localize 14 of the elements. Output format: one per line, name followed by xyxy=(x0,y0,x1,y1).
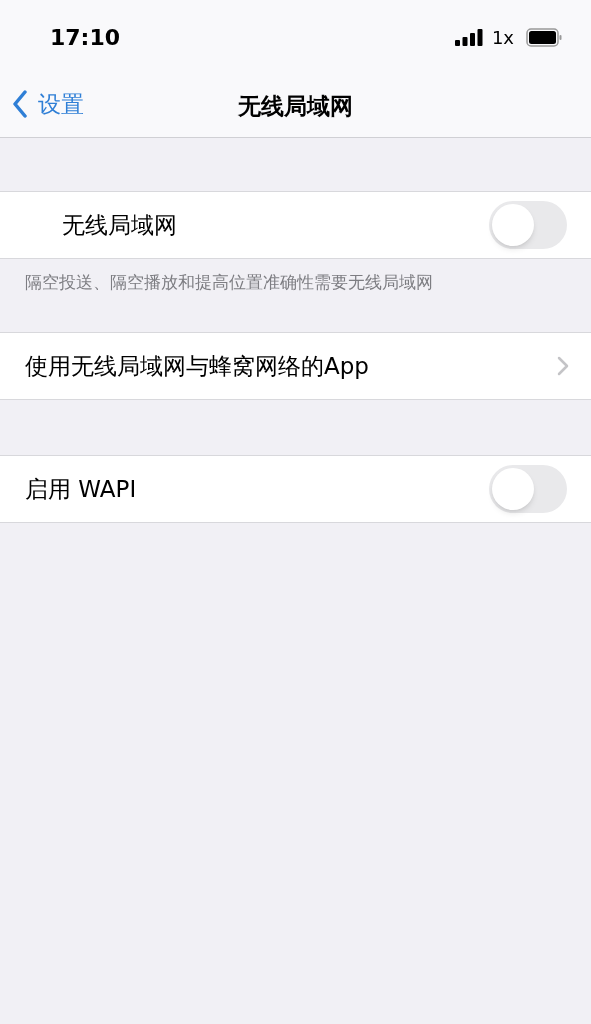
toggle-switch[interactable] xyxy=(489,465,567,513)
network-label: 1x xyxy=(491,26,514,50)
row-label: 启用 WAPI xyxy=(25,474,138,504)
section-footer: 隔空投送、隔空播放和提高位置准确性需要无线局域网 xyxy=(25,272,433,292)
toggle-switch[interactable] xyxy=(489,201,567,249)
chevron-left-icon xyxy=(12,90,28,119)
row-label: 使用无线局域网与蜂窝网络的App xyxy=(25,351,370,381)
status-time: 17:10 xyxy=(50,24,122,52)
page-title: 无线局域网 xyxy=(238,91,353,121)
battery-icon xyxy=(526,28,563,47)
chevron-icon[interactable] xyxy=(557,356,569,376)
back-button[interactable]: 设置 xyxy=(12,87,84,122)
signal-icon xyxy=(454,29,483,46)
row-label: 无线局域网 xyxy=(62,210,178,240)
